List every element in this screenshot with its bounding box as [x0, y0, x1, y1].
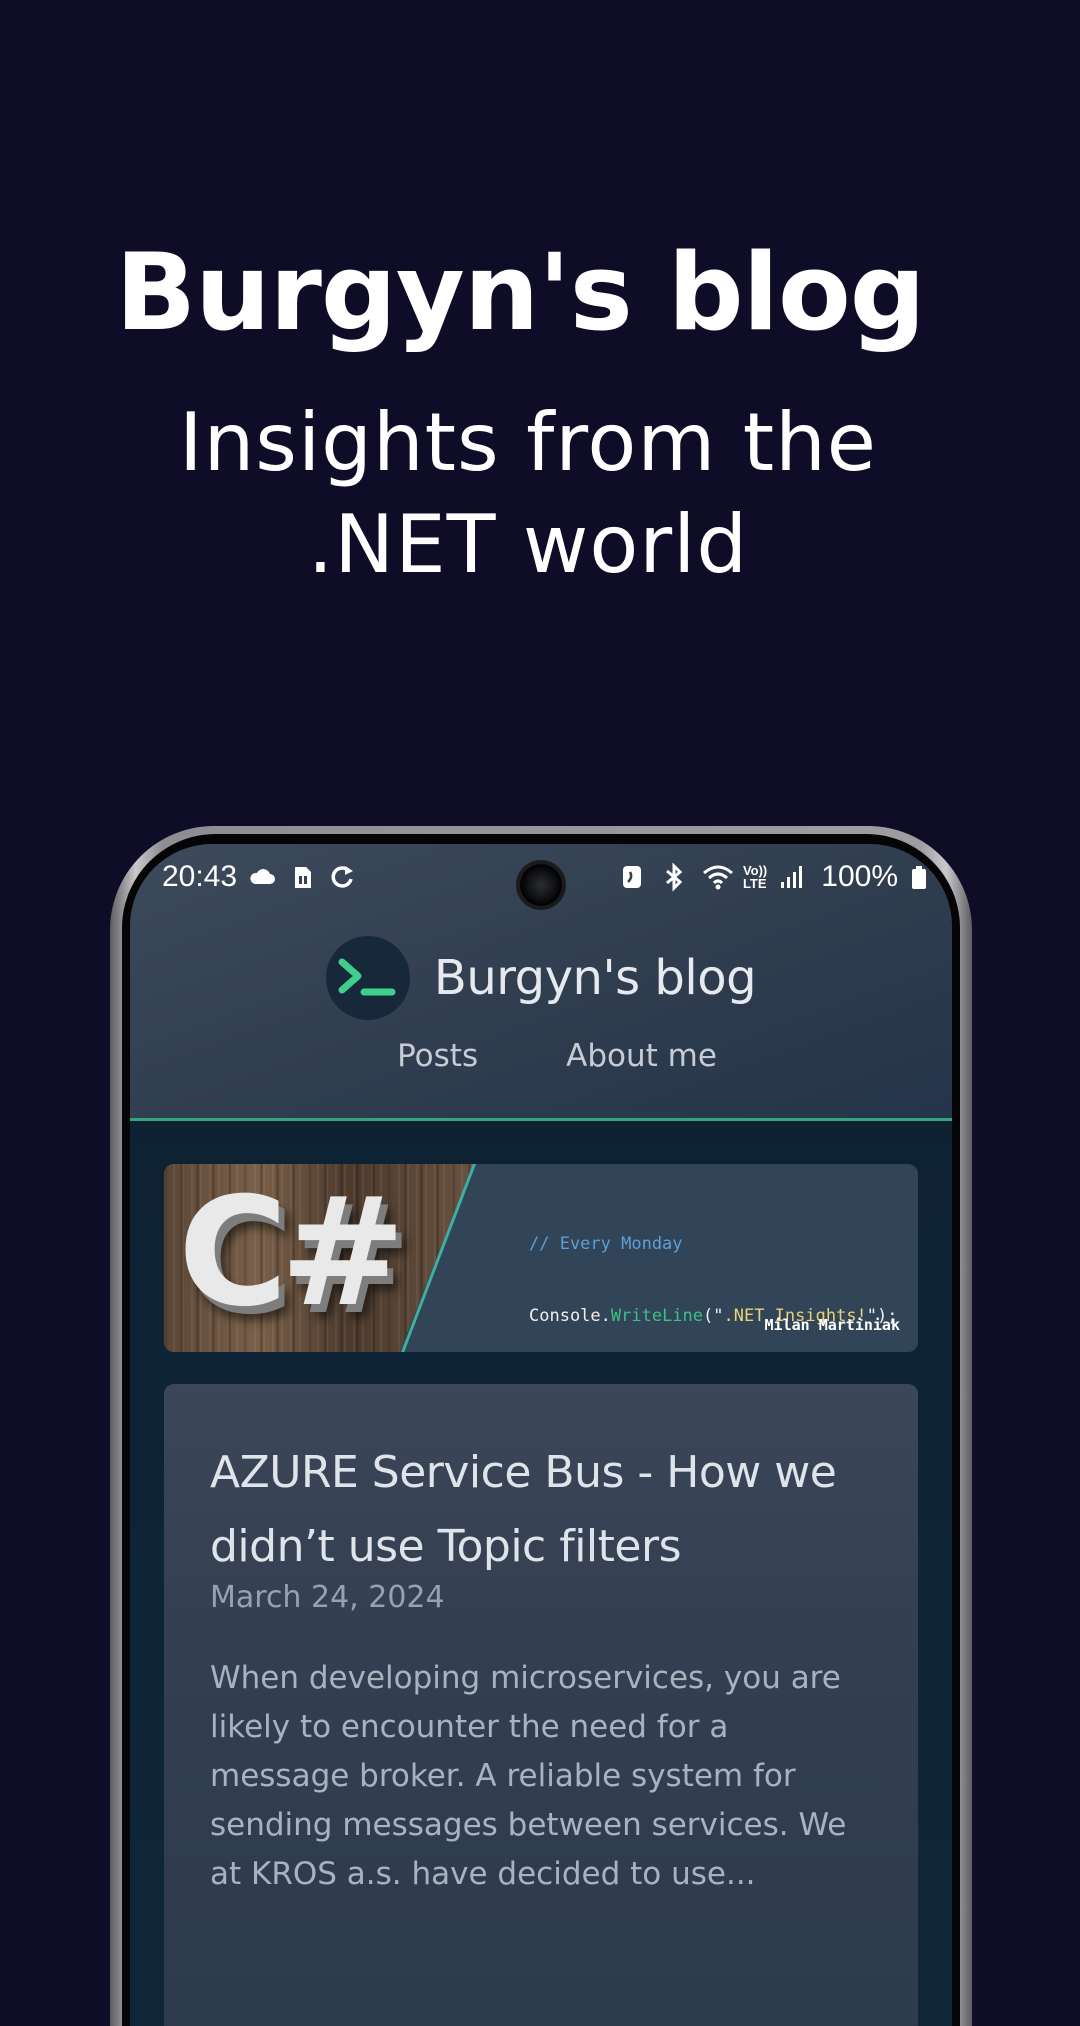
post-excerpt: When developing microservices, you are l…: [210, 1660, 847, 1892]
battery-percentage: 100%: [821, 860, 898, 893]
brand-name[interactable]: Burgyn's blog: [434, 950, 757, 1006]
brand[interactable]: Burgyn's blog: [130, 936, 952, 1020]
battery-icon: [910, 862, 928, 892]
phone-frame: Burgyn's blog Posts About me 20:43 Vo)) …: [110, 826, 972, 2026]
code-object: Console.: [529, 1306, 611, 1326]
code-method: WriteLine: [610, 1306, 704, 1326]
status-bar-left: 20:43: [162, 860, 357, 894]
status-bar-right: Vo)) LTE 100%: [617, 860, 928, 894]
banner-author: Milan Martiniak: [764, 1316, 900, 1334]
cloud-icon: [247, 862, 277, 892]
status-time: 20:43: [162, 860, 238, 893]
signal-icon: [779, 862, 809, 892]
post-title[interactable]: AZURE Service Bus - How we didn’t use To…: [210, 1436, 870, 1584]
front-camera: [520, 864, 562, 906]
sync-icon: [327, 862, 357, 892]
hero-title: Burgyn's blog: [115, 231, 925, 354]
volte-icon: Vo)) LTE: [743, 864, 767, 890]
bluetooth-icon: [659, 862, 689, 892]
post-banner-image[interactable]: C# // Every Monday Console.WriteLine(".N…: [164, 1164, 918, 1352]
volte-bottom-label: LTE: [742, 876, 767, 891]
hero-subtitle-line-2: .NET world: [307, 498, 749, 591]
post-date: March 24, 2024: [210, 1580, 445, 1615]
csharp-logo: C#: [178, 1166, 406, 1340]
code-open-paren: (": [703, 1306, 724, 1326]
sim-card-icon: [287, 862, 317, 892]
hero-subtitle-line-1: Insights from the: [178, 396, 878, 489]
main-nav: Posts About me: [130, 1038, 952, 1074]
code-comment: // Every Monday: [529, 1234, 683, 1254]
nav-about-me-link[interactable]: About me: [566, 1038, 717, 1074]
phone-screen: Burgyn's blog Posts About me 20:43 Vo)) …: [130, 844, 952, 2026]
wifi-icon: [701, 862, 733, 892]
hero-subtitle: Insights from the .NET world: [0, 392, 1056, 596]
post-card[interactable]: AZURE Service Bus - How we didn’t use To…: [164, 1384, 918, 2026]
terminal-logo-icon[interactable]: [325, 936, 410, 1020]
nav-posts-link[interactable]: Posts: [397, 1038, 478, 1074]
nfc-icon: [617, 862, 647, 892]
